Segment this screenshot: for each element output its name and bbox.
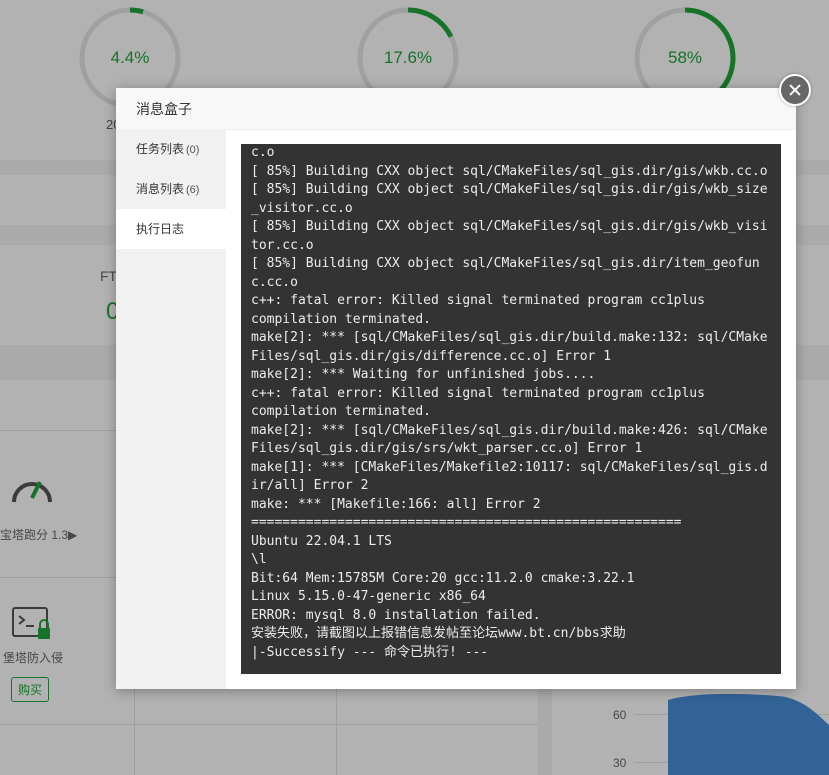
log-line: Ubuntu 22.04.1 LTS <box>251 533 392 549</box>
log-line: ERROR: mysql 8.0 installation failed. <box>251 607 541 623</box>
dialog-title: 消息盒子 <box>116 88 796 130</box>
log-line: Files/sql_gis.dir/gis/difference.cc.o] E… <box>251 348 612 364</box>
log-line: 安装失败，请截图以上报错信息发帖至论坛www.bt.cn/bbs求助 <box>251 626 626 641</box>
tab-execution-log-label: 执行日志 <box>136 222 185 236</box>
log-line: [ 85%] Building CXX object sql/CMakeFile… <box>251 219 768 234</box>
log-line: make: *** [Makefile:166: all] Error 2 <box>251 496 541 512</box>
log-line: tor.cc.o <box>251 237 314 253</box>
message-box-dialog: 消息盒子 任务列表 (0) 消息列表 (6) 执行日志 c.o [ 85%] Buil… <box>116 74 811 689</box>
log-line: make[2]: *** [sql/CMakeFiles/sql_gis.dir… <box>251 330 768 345</box>
log-line: [ 85%] Building CXX object sql/CMakeFile… <box>251 256 760 271</box>
close-button[interactable] <box>779 74 811 106</box>
log-line: c.cc.o <box>251 274 298 290</box>
log-line: ========================================… <box>251 515 682 530</box>
log-line: [ 85%] Building CXX object sql/CMakeFile… <box>251 163 768 179</box>
log-line: compilation terminated. <box>251 404 432 419</box>
tab-execution-log[interactable]: 执行日志 <box>116 209 226 249</box>
dialog-sidebar: 任务列表 (0) 消息列表 (6) 执行日志 <box>116 129 226 689</box>
log-line: \l <box>251 552 267 567</box>
tab-message-list-count: (6) <box>186 184 200 196</box>
execution-log-console[interactable]: c.o [ 85%] Building CXX object sql/CMakeF… <box>241 144 781 674</box>
log-line: Files/sql_gis.dir/gis/srs/wkt_parser.cc.… <box>251 441 643 456</box>
log-line: Linux 5.15.0-47-generic x86_64 <box>251 589 486 604</box>
log-line: c++: fatal error: Killed signal terminat… <box>251 293 705 308</box>
log-line: c.o <box>251 145 275 160</box>
tab-message-list[interactable]: 消息列表 (6) <box>116 169 226 209</box>
log-content: c.o [ 85%] Building CXX object sql/CMakeF… <box>251 144 771 662</box>
log-line: c++: fatal error: Killed signal terminat… <box>251 385 705 401</box>
log-line: ir/all] Error 2 <box>251 478 369 493</box>
log-line: Bit:64 Mem:15785M Core:20 gcc:11.2.0 cma… <box>251 570 635 586</box>
tab-message-list-label: 消息列表 <box>136 182 185 196</box>
log-line: [ 85%] Building CXX object sql/CMakeFile… <box>251 182 768 197</box>
log-line: make[2]: *** Waiting for unfinished jobs… <box>251 367 596 382</box>
tab-task-list[interactable]: 任务列表 (0) <box>116 129 226 169</box>
tab-task-list-label: 任务列表 <box>136 142 185 156</box>
log-line: |-Successify --- 命令已执行! --- <box>251 644 489 660</box>
log-line: compilation terminated. <box>251 311 432 327</box>
log-line: make[2]: *** [sql/CMakeFiles/sql_gis.dir… <box>251 422 768 438</box>
log-line: _visitor.cc.o <box>251 200 353 216</box>
log-line: make[1]: *** [CMakeFiles/Makefile2:10117… <box>251 459 768 475</box>
tab-task-list-count: (0) <box>186 144 200 156</box>
